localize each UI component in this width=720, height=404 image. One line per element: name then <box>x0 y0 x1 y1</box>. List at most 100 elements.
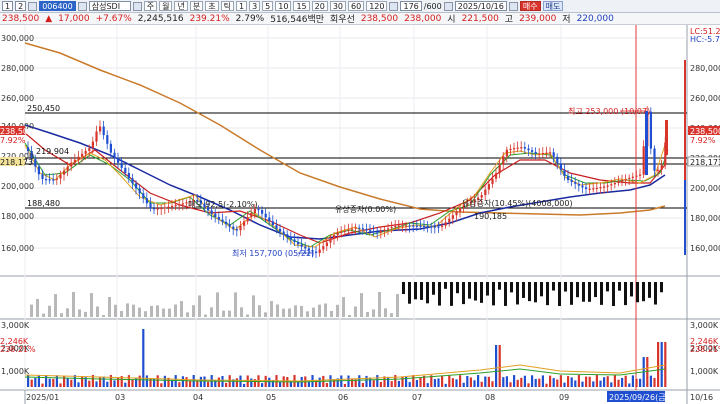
candle-body[interactable] <box>577 183 580 186</box>
candle-body[interactable] <box>142 193 145 199</box>
candle-body[interactable] <box>261 210 264 214</box>
candle-body[interactable] <box>444 222 447 226</box>
candle-body[interactable] <box>297 241 300 245</box>
candle-body[interactable] <box>394 225 397 228</box>
volume-bar[interactable] <box>408 382 411 387</box>
volume-bar[interactable] <box>279 382 282 387</box>
candle-body[interactable] <box>333 235 336 239</box>
candle-body[interactable] <box>84 150 87 154</box>
candle-body[interactable] <box>113 152 116 158</box>
volume-bar[interactable] <box>462 382 465 387</box>
candle-body[interactable] <box>131 178 134 184</box>
volume-bar[interactable] <box>333 379 336 387</box>
volume-bar[interactable] <box>174 375 177 387</box>
volume-bar[interactable] <box>624 375 627 387</box>
volume-bar[interactable] <box>603 377 606 387</box>
candle-body[interactable] <box>171 205 174 208</box>
candle-body[interactable] <box>599 187 602 189</box>
candle-body[interactable] <box>387 228 390 230</box>
volume-bar[interactable] <box>199 376 202 387</box>
volume-bar[interactable] <box>613 375 616 387</box>
candle-body[interactable] <box>603 186 606 188</box>
volume-bar[interactable] <box>343 383 346 387</box>
candle-body[interactable] <box>390 227 393 229</box>
candle-body[interactable] <box>347 229 350 231</box>
volume-bar[interactable] <box>419 377 422 387</box>
volume-bar[interactable] <box>585 376 588 387</box>
volume-bar[interactable] <box>549 375 552 387</box>
candle-body[interactable] <box>70 162 73 167</box>
candle-body[interactable] <box>610 184 613 186</box>
candle-body[interactable] <box>59 174 62 179</box>
candle-body[interactable] <box>48 179 51 181</box>
pair-select[interactable]: 2 <box>15 1 27 11</box>
candle-body[interactable] <box>437 226 440 228</box>
candle-body[interactable] <box>556 156 559 164</box>
candle-body[interactable] <box>145 198 148 204</box>
volume-bar[interactable] <box>606 376 609 387</box>
volume-bar[interactable] <box>495 345 498 387</box>
volume-bar[interactable] <box>574 380 577 387</box>
candle-body[interactable] <box>559 163 562 170</box>
volume-bar[interactable] <box>70 379 73 387</box>
candle-body[interactable] <box>163 207 166 209</box>
volume-bar[interactable] <box>268 377 271 387</box>
candle-body[interactable] <box>563 169 566 177</box>
tab-month[interactable]: 월 <box>159 1 173 11</box>
candle-body[interactable] <box>379 231 382 233</box>
candle-body[interactable] <box>167 206 170 208</box>
volume-bar[interactable] <box>599 380 602 387</box>
volume-bar[interactable] <box>225 382 228 387</box>
count-input[interactable]: 176 <box>400 1 422 11</box>
volume-bar[interactable] <box>477 375 480 387</box>
volume-bar[interactable] <box>307 381 310 387</box>
volume-bar[interactable] <box>541 375 544 387</box>
candle-body[interactable] <box>660 165 663 170</box>
candle-body[interactable] <box>657 169 660 171</box>
candle-body[interactable] <box>88 148 91 151</box>
candle-body[interactable] <box>405 225 408 227</box>
volume-bar[interactable] <box>433 379 436 387</box>
candle-body[interactable] <box>336 232 339 236</box>
sell-button[interactable]: 매도 <box>542 1 564 11</box>
volume-bar[interactable] <box>649 375 652 387</box>
volume-bar[interactable] <box>351 378 354 387</box>
candle-body[interactable] <box>408 225 411 227</box>
volume-bar[interactable] <box>235 378 238 387</box>
volume-bar[interactable] <box>88 380 91 387</box>
candle-body[interactable] <box>286 234 289 237</box>
volume-bar[interactable] <box>358 375 361 387</box>
refresh-icon[interactable] <box>443 1 453 11</box>
candle-body[interactable] <box>495 173 498 179</box>
volume-bar[interactable] <box>127 375 130 387</box>
volume-bar[interactable] <box>113 380 116 387</box>
volume-bar[interactable] <box>52 378 55 387</box>
candle-body[interactable] <box>221 219 224 222</box>
candle-body[interactable] <box>63 170 66 175</box>
volume-bar[interactable] <box>567 376 570 387</box>
candle-body[interactable] <box>55 178 58 180</box>
volume-bar[interactable] <box>369 377 372 387</box>
volume-bar[interactable] <box>185 377 188 387</box>
volume-bar[interactable] <box>531 375 534 387</box>
volume-bar[interactable] <box>131 379 134 387</box>
candle-body[interactable] <box>102 126 105 136</box>
volume-bar[interactable] <box>124 382 127 387</box>
volume-bar[interactable] <box>261 383 264 387</box>
candle-body[interactable] <box>628 177 631 179</box>
volume-bar[interactable] <box>491 381 494 387</box>
volume-bar[interactable] <box>250 378 253 387</box>
volume-bar[interactable] <box>552 378 555 387</box>
volume-bar[interactable] <box>405 376 408 387</box>
volume-bar[interactable] <box>617 379 620 387</box>
interval-15[interactable]: 15 <box>293 1 310 11</box>
volume-bar[interactable] <box>99 376 102 387</box>
candle-body[interactable] <box>487 184 490 190</box>
candle-body[interactable] <box>210 210 213 214</box>
volume-bar[interactable] <box>610 382 613 387</box>
volume-bar[interactable] <box>628 383 631 387</box>
volume-bar[interactable] <box>437 378 440 387</box>
candle-body[interactable] <box>160 207 163 210</box>
candle-body[interactable] <box>649 111 652 149</box>
tab-year[interactable]: 년 <box>174 1 188 11</box>
